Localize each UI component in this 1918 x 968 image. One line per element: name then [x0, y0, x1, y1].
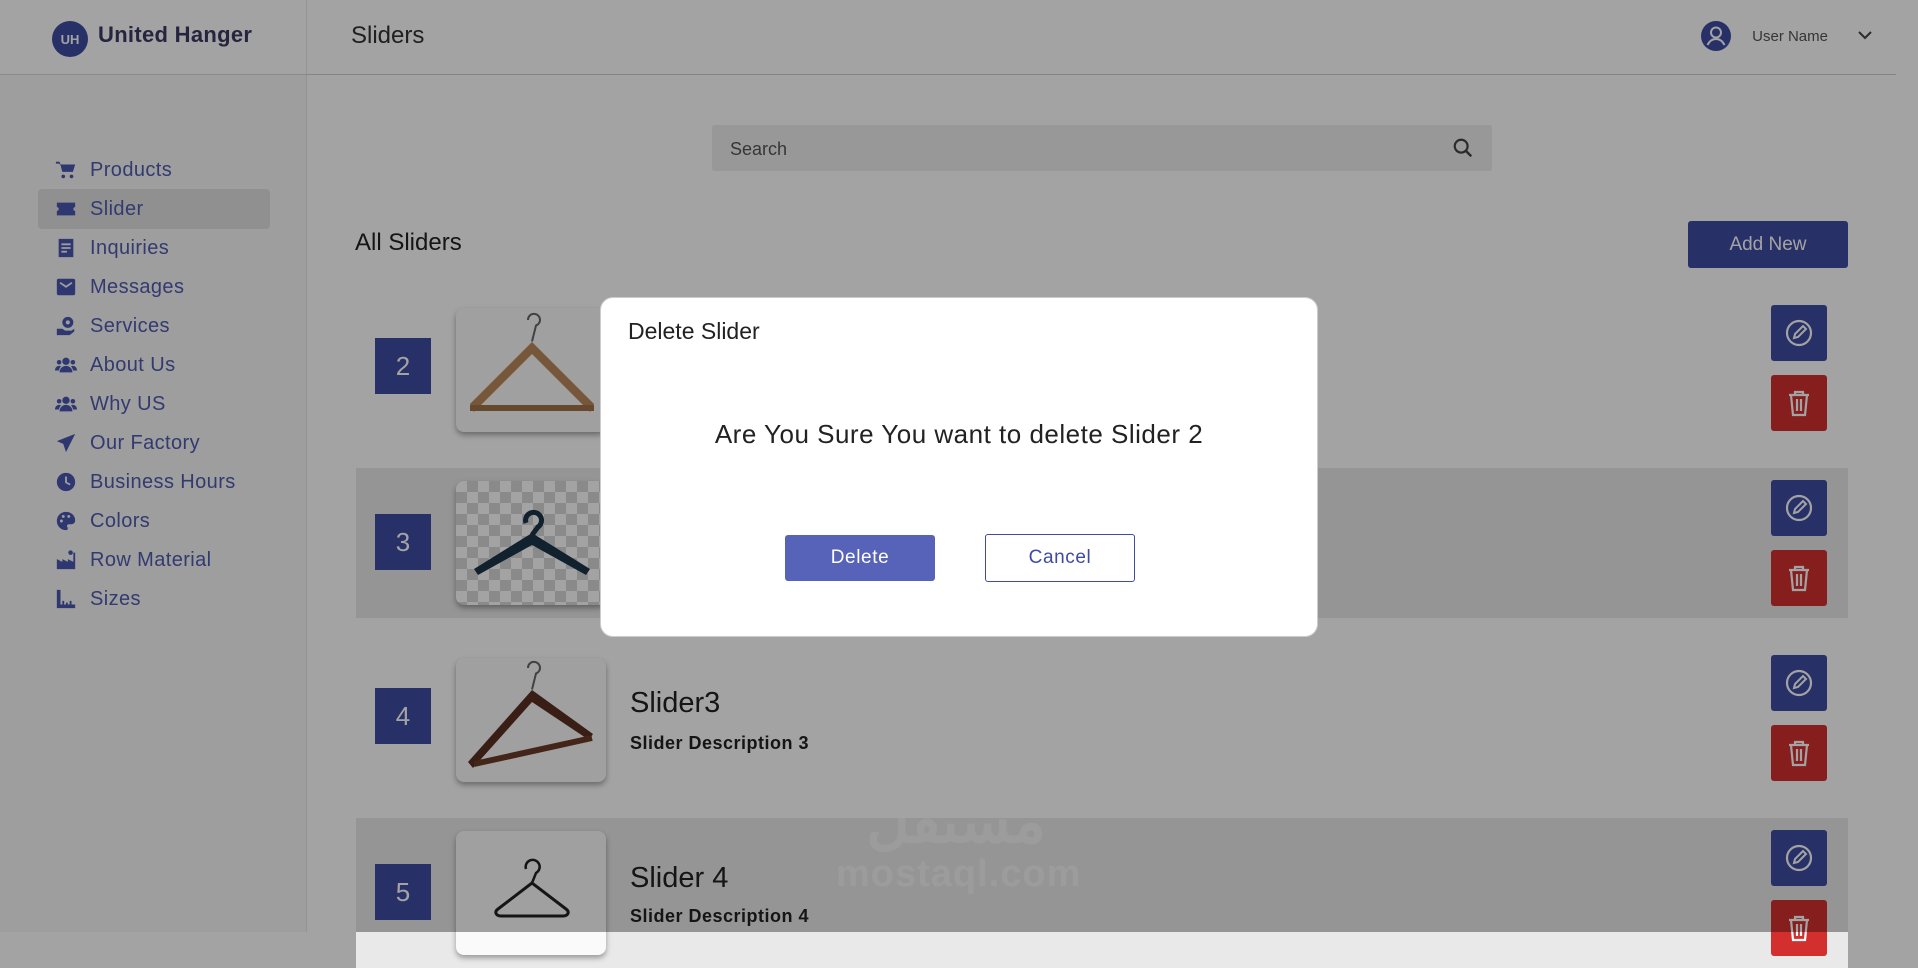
- confirm-delete-button[interactable]: Delete: [785, 535, 935, 581]
- delete-slider-dialog: Delete Slider Are You Sure You want to d…: [600, 297, 1318, 637]
- dialog-title: Delete Slider: [628, 318, 760, 344]
- dialog-message: Are You Sure You want to delete Slider 2: [714, 419, 1204, 449]
- cancel-button[interactable]: Cancel: [985, 534, 1135, 582]
